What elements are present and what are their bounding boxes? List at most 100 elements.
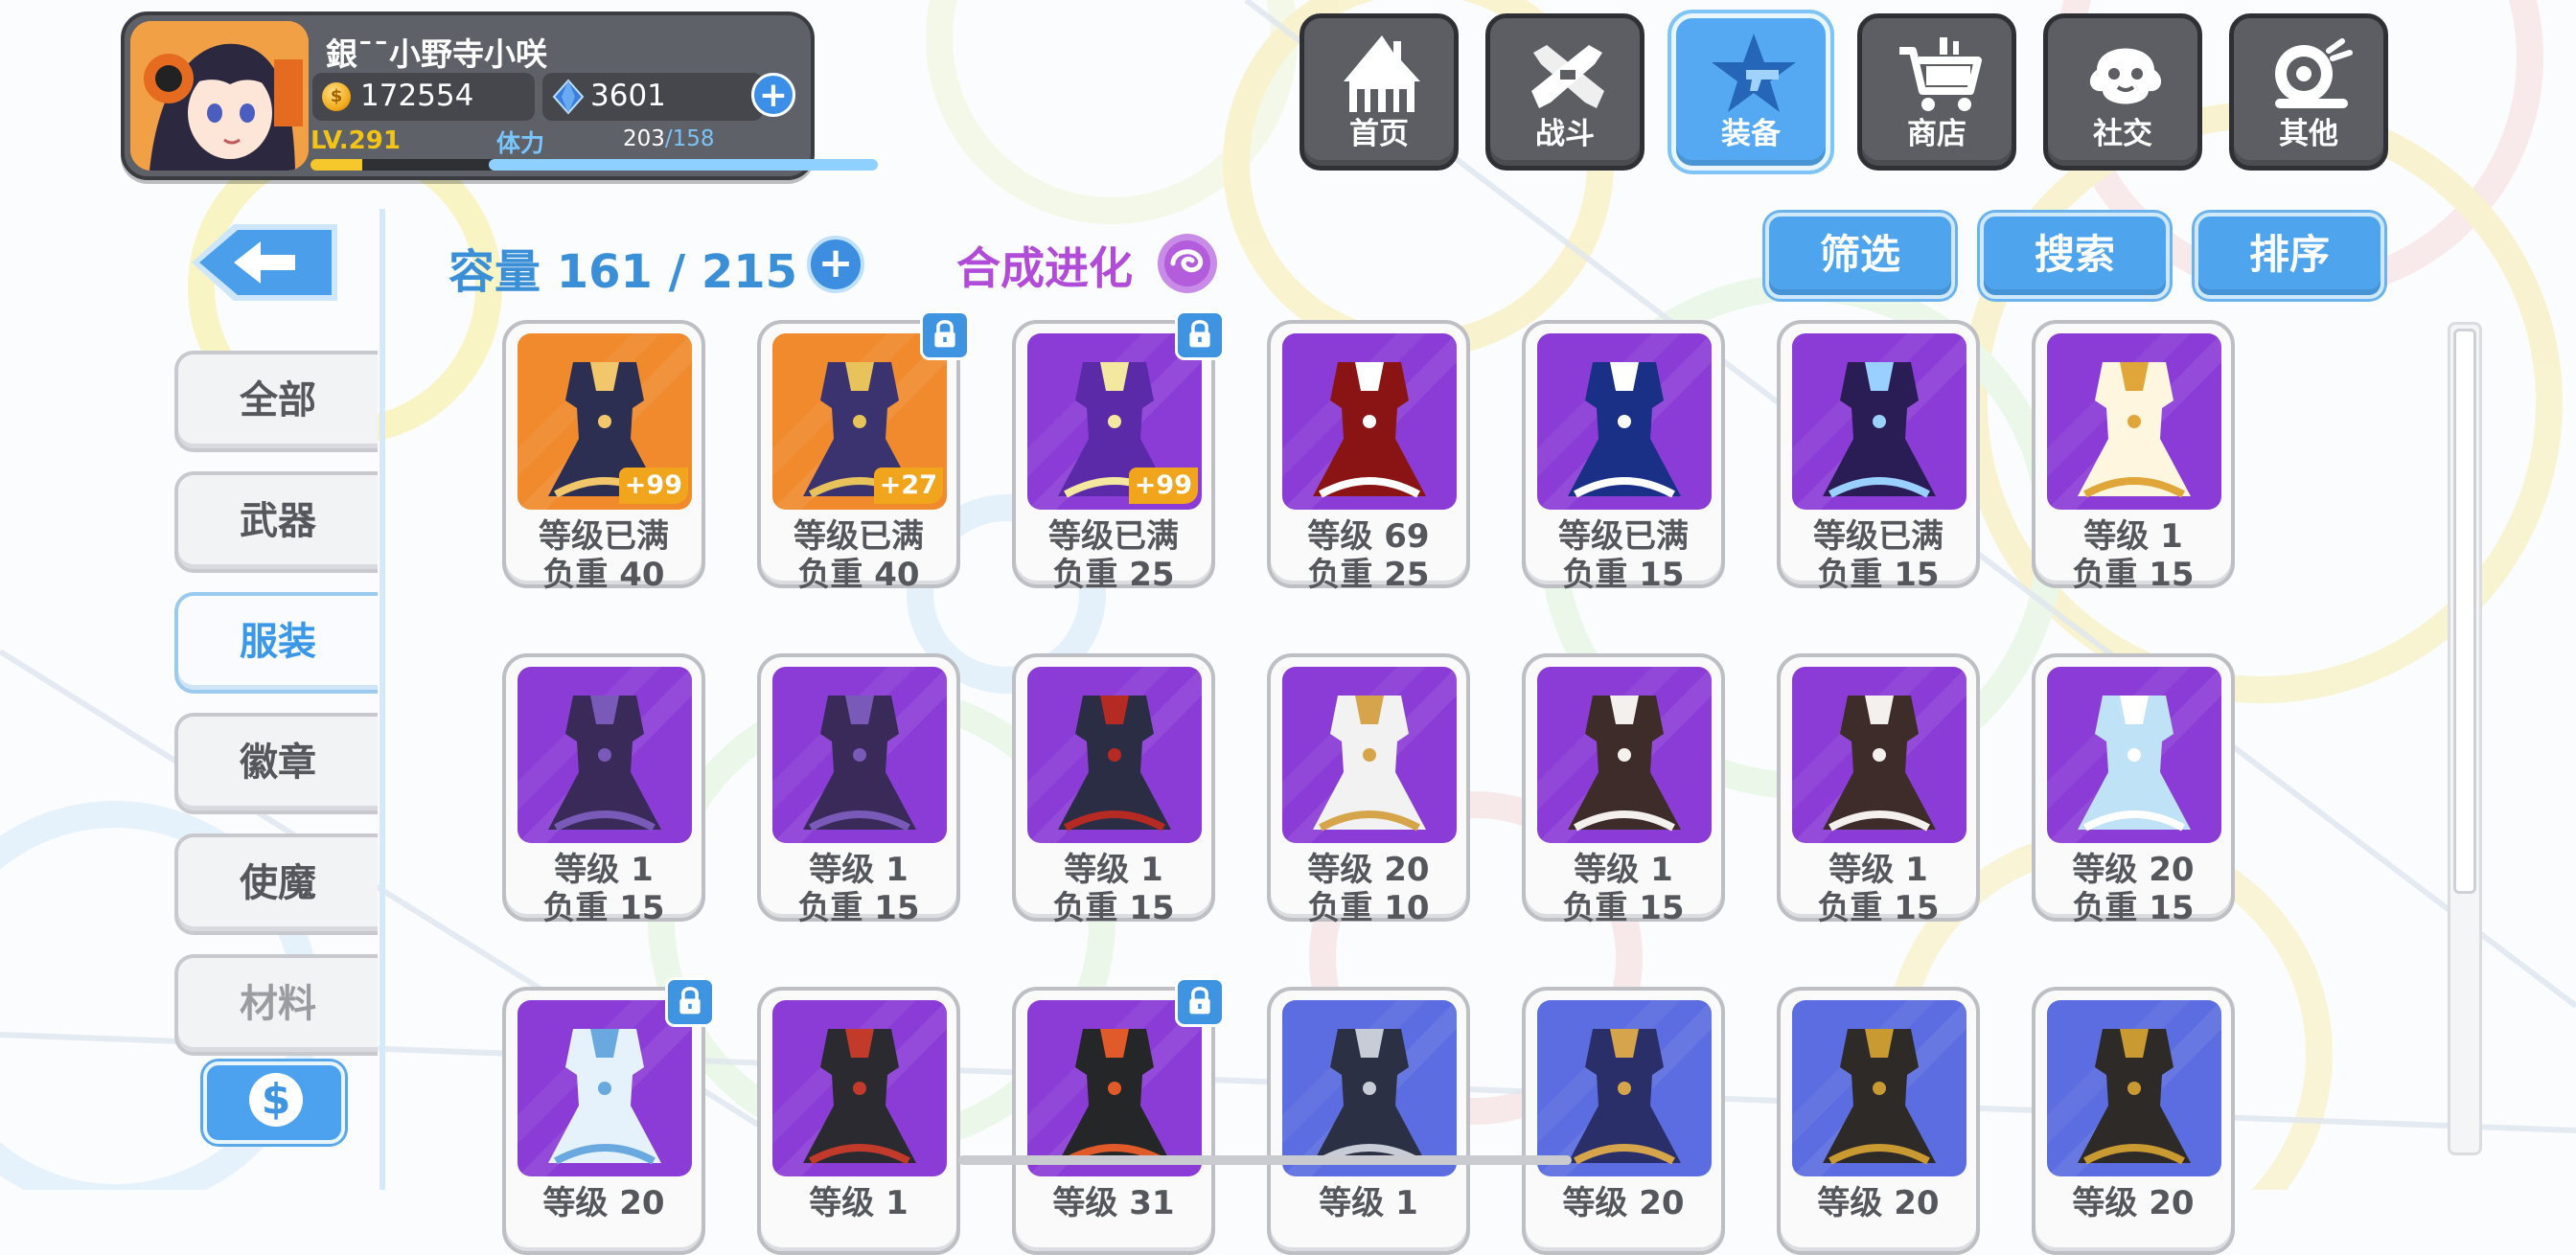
outfit-image (2047, 1000, 2221, 1176)
outfit-weight: 负重 40 (542, 556, 665, 594)
category-all[interactable]: 全部 (174, 351, 378, 452)
outfit-item-card[interactable]: 等级 20 (1522, 987, 1725, 1255)
outfit-weight: 负重 15 (1817, 556, 1940, 594)
outfit-level: 等级 1 (809, 1184, 908, 1222)
nav-home-label: 首页 (1349, 117, 1409, 151)
nav-battle-button[interactable]: 战斗 (1485, 13, 1644, 171)
crossed-guns-icon (1531, 45, 1604, 108)
outfit-item-card[interactable]: 等级 1 (757, 987, 960, 1255)
filter-button[interactable]: 筛选 (1765, 213, 1955, 299)
outfit-item-card[interactable]: +27 等级已满 负重 40 (757, 310, 970, 594)
nav-social-button[interactable]: 社交 (2043, 13, 2202, 171)
outfit-weight: 负重 25 (1052, 556, 1175, 594)
nav-shop-button[interactable]: 商店 (1857, 13, 2016, 171)
outfit-item-card[interactable]: 等级 69 负重 25 (1267, 320, 1470, 594)
lock-icon[interactable] (665, 977, 715, 1027)
outfit-item-card[interactable]: 等级 1 负重 15 (1777, 653, 1980, 927)
outfit-image (1282, 333, 1457, 510)
outfit-weight: 负重 15 (1817, 889, 1940, 927)
outfit-image (1537, 333, 1712, 510)
dollar-icon: $ (249, 1073, 303, 1127)
outfit-image (518, 1000, 692, 1176)
stamina-value: 203/158 (623, 126, 715, 151)
outfit-image (1537, 667, 1712, 843)
outfit-image (518, 667, 692, 843)
outfit-item-card[interactable]: 等级 1 负重 15 (1522, 653, 1725, 927)
back-button[interactable] (188, 220, 341, 307)
outfit-item-card[interactable]: 等级 1 负重 15 (757, 653, 960, 927)
shopping-cart-icon (1899, 37, 1982, 111)
category-familiars[interactable]: 使魔 (174, 833, 378, 935)
player-profile-panel[interactable]: 銀¯¯小野寺小咲 $ 172554 3601 + LV.291 体力 203/1… (121, 11, 878, 180)
level-progress-fill (310, 159, 362, 171)
player-avatar[interactable] (130, 21, 309, 171)
enhance-badge: +99 (618, 468, 688, 504)
synthesis-evolve-label[interactable]: 合成进化 (956, 234, 1133, 297)
nav-social-label: 社交 (2093, 117, 2152, 151)
nav-shop-label: 商店 (1907, 117, 1966, 151)
stamina-fill (489, 159, 878, 171)
house-icon (1344, 35, 1420, 112)
lock-icon[interactable] (1175, 977, 1225, 1027)
outfit-item-card[interactable]: 等级已满 负重 15 (1522, 320, 1725, 594)
add-currency-button[interactable]: + (751, 73, 795, 117)
outfit-item-card[interactable]: 等级已满 负重 15 (1777, 320, 1980, 594)
category-outfits[interactable]: 服装 (174, 592, 378, 694)
gem-counter: 3601 (542, 73, 763, 121)
outfit-item-card[interactable]: 等级 20 (1777, 987, 1980, 1255)
stamina-current: 203 (623, 126, 665, 151)
diamond-icon (552, 79, 585, 115)
synthesis-swirl-icon[interactable] (1156, 232, 1219, 295)
outfit-image (1792, 333, 1966, 510)
outfit-weight: 负重 25 (1307, 556, 1430, 594)
outfit-level: 等级 20 (1817, 1184, 1940, 1222)
outfit-image (1537, 1000, 1712, 1176)
stamina-label: 体力 (496, 129, 545, 157)
grid-scrollbar[interactable] (2448, 322, 2482, 1155)
outfit-weight: 负重 15 (542, 889, 665, 927)
outfit-weight: 负重 15 (1562, 889, 1685, 927)
outfit-item-card[interactable]: 等级 1 负重 15 (2032, 320, 2235, 594)
outfit-item-card[interactable]: 等级 1 负重 15 (1012, 653, 1215, 927)
sort-button[interactable]: 排序 (2195, 213, 2384, 299)
outfit-image (2047, 667, 2221, 843)
outfit-weight: 负重 15 (1052, 889, 1175, 927)
outfit-item-card[interactable]: +99 等级已满 负重 40 (502, 320, 705, 594)
outfit-weight: 负重 15 (797, 889, 920, 927)
outfit-item-card[interactable]: 等级 1 负重 15 (502, 653, 705, 927)
outfit-item-card[interactable]: 等级 20 负重 10 (1267, 653, 1470, 927)
capacity-label: 容量 161 / 215 (448, 245, 798, 299)
nav-equipment-label: 装备 (1721, 117, 1781, 151)
expand-capacity-button[interactable]: + (807, 236, 864, 293)
home-indicator (958, 1155, 1572, 1165)
snail-icon (2275, 38, 2353, 108)
stamina-bar (489, 159, 878, 171)
outfit-item-card[interactable]: 等级 20 (2032, 987, 2235, 1255)
nav-other-button[interactable]: 其他 (2229, 13, 2388, 171)
outfit-item-card[interactable]: 等级 31 (1012, 977, 1225, 1255)
outfit-item-card[interactable]: +99 等级已满 负重 25 (1012, 310, 1225, 594)
nav-battle-label: 战斗 (1535, 117, 1595, 151)
nav-equipment-button[interactable]: 装备 (1671, 13, 1830, 171)
scrollbar-thumb[interactable] (2453, 329, 2476, 894)
sell-button[interactable]: $ (203, 1061, 345, 1144)
nav-home-button[interactable]: 首页 (1300, 13, 1459, 171)
outfit-level: 等级 20 (2072, 1184, 2195, 1222)
search-button[interactable]: 搜索 (1980, 213, 2170, 299)
back-arrow-icon (192, 224, 337, 301)
outfit-image (2047, 333, 2221, 510)
ghost-face-icon (2089, 48, 2162, 104)
lock-icon[interactable] (920, 310, 970, 360)
outfit-item-card[interactable]: 等级 1 (1267, 987, 1470, 1255)
category-badges[interactable]: 徽章 (174, 713, 378, 814)
lock-icon[interactable] (1175, 310, 1225, 360)
outfit-image (1027, 1000, 1202, 1176)
outfit-weight: 负重 15 (2072, 556, 2195, 594)
outfit-weight: 负重 40 (797, 556, 920, 594)
coin-amount: 172554 (360, 79, 474, 113)
category-materials[interactable]: 材料 (174, 954, 378, 1056)
outfit-level: 等级 31 (1052, 1184, 1175, 1222)
outfit-item-card[interactable]: 等级 20 负重 15 (2032, 653, 2235, 927)
category-weapons[interactable]: 武器 (174, 471, 378, 573)
outfit-item-card[interactable]: 等级 20 (502, 977, 715, 1255)
